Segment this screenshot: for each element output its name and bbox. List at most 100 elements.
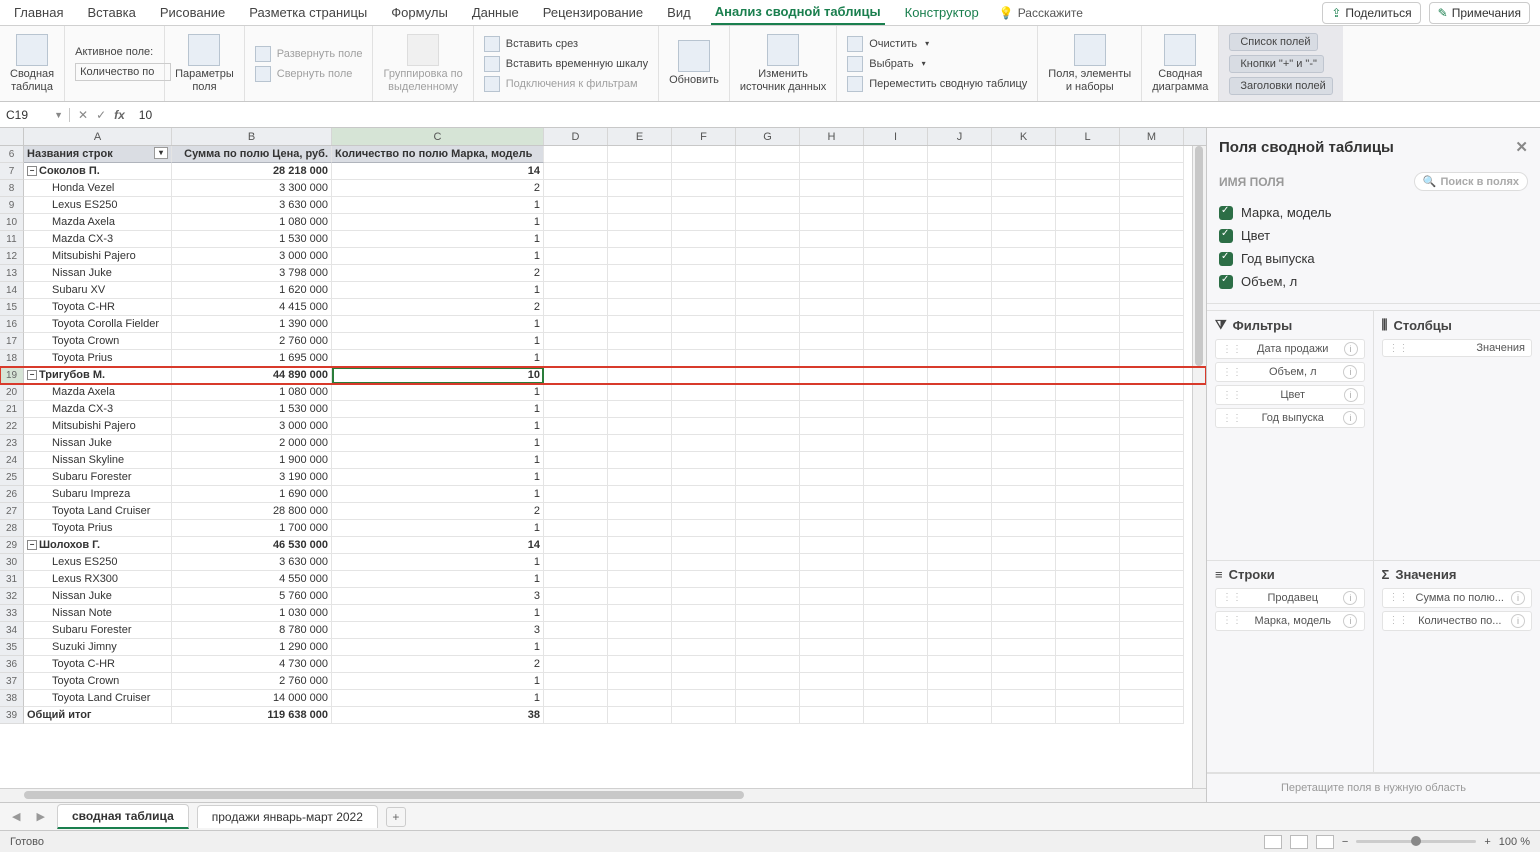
row-number[interactable]: 15: [0, 299, 24, 316]
cell[interactable]: [608, 605, 672, 622]
zone-item[interactable]: ⋮⋮Дата продажиi: [1215, 339, 1365, 359]
cell[interactable]: [864, 299, 928, 316]
table-row[interactable]: 24Nissan Skyline1 900 0001: [0, 452, 1206, 469]
cell[interactable]: [736, 231, 800, 248]
cell[interactable]: [864, 656, 928, 673]
cell[interactable]: [736, 554, 800, 571]
btn-move-pivot[interactable]: Переместить сводную таблицу: [847, 76, 1027, 92]
cell[interactable]: [736, 180, 800, 197]
cell[interactable]: [928, 248, 992, 265]
row-number[interactable]: 23: [0, 435, 24, 452]
cell[interactable]: [736, 435, 800, 452]
cell[interactable]: [800, 554, 864, 571]
cell[interactable]: [1120, 401, 1184, 418]
cell[interactable]: [800, 163, 864, 180]
cell[interactable]: [992, 401, 1056, 418]
cell[interactable]: [544, 282, 608, 299]
row-number[interactable]: 10: [0, 214, 24, 231]
cell[interactable]: [992, 299, 1056, 316]
cell[interactable]: [544, 707, 608, 724]
table-row[interactable]: 39Общий итог119 638 00038: [0, 707, 1206, 724]
btn-fields-items[interactable]: Поля, элементы и наборы: [1038, 26, 1142, 101]
cell[interactable]: [800, 707, 864, 724]
cell[interactable]: [1056, 299, 1120, 316]
row-number[interactable]: 20: [0, 384, 24, 401]
cell[interactable]: [544, 401, 608, 418]
cell[interactable]: [800, 486, 864, 503]
cell[interactable]: [672, 282, 736, 299]
cell[interactable]: [672, 333, 736, 350]
cell[interactable]: [1056, 469, 1120, 486]
cell[interactable]: 1 390 000: [172, 316, 332, 333]
table-row[interactable]: 23Nissan Juke2 000 0001: [0, 435, 1206, 452]
zoom-knob[interactable]: [1411, 836, 1421, 846]
cell[interactable]: [928, 231, 992, 248]
cell[interactable]: [672, 452, 736, 469]
cell[interactable]: [544, 214, 608, 231]
cell[interactable]: [800, 537, 864, 554]
cell[interactable]: [1056, 537, 1120, 554]
cell[interactable]: [1120, 282, 1184, 299]
zone-item[interactable]: ⋮⋮Год выпускаi: [1215, 408, 1365, 428]
toggle-field-list[interactable]: Список полей: [1229, 33, 1317, 51]
btn-insert-timeline[interactable]: Вставить временную шкалу: [484, 56, 648, 72]
cell[interactable]: [544, 333, 608, 350]
checkbox-icon[interactable]: [1219, 229, 1233, 243]
cell[interactable]: [544, 163, 608, 180]
cell[interactable]: 14: [332, 537, 544, 554]
collapse-icon[interactable]: −: [27, 370, 37, 380]
cell[interactable]: [992, 180, 1056, 197]
cell[interactable]: [1056, 367, 1120, 384]
cell[interactable]: [928, 435, 992, 452]
row-number[interactable]: 31: [0, 571, 24, 588]
cell[interactable]: [800, 214, 864, 231]
cell[interactable]: [1056, 316, 1120, 333]
tab-view[interactable]: Вид: [663, 1, 695, 24]
add-sheet-button[interactable]: +: [386, 807, 406, 827]
vscroll-thumb[interactable]: [1195, 146, 1203, 366]
cell[interactable]: [928, 605, 992, 622]
cell[interactable]: 1: [332, 571, 544, 588]
cell[interactable]: [1120, 367, 1184, 384]
cell[interactable]: 2: [332, 265, 544, 282]
table-row[interactable]: 38Toyota Land Cruiser14 000 0001: [0, 690, 1206, 707]
cell[interactable]: [992, 231, 1056, 248]
cell[interactable]: [1120, 384, 1184, 401]
cell[interactable]: [608, 231, 672, 248]
view-pagelayout-icon[interactable]: [1290, 835, 1308, 849]
cell[interactable]: [992, 248, 1056, 265]
collapse-icon[interactable]: −: [27, 166, 37, 176]
cell[interactable]: [928, 452, 992, 469]
cell[interactable]: [928, 418, 992, 435]
cell[interactable]: 1 030 000: [172, 605, 332, 622]
colhead-F[interactable]: F: [672, 128, 736, 145]
cell[interactable]: [608, 146, 672, 163]
cell[interactable]: [672, 163, 736, 180]
table-row[interactable]: 36Toyota C-HR4 730 0002: [0, 656, 1206, 673]
cell[interactable]: [672, 503, 736, 520]
cell[interactable]: [544, 486, 608, 503]
cell[interactable]: [1056, 333, 1120, 350]
table-row[interactable]: 31Lexus RX3004 550 0001: [0, 571, 1206, 588]
cell[interactable]: [864, 384, 928, 401]
cell[interactable]: 3 190 000: [172, 469, 332, 486]
cell[interactable]: [928, 197, 992, 214]
cell[interactable]: [544, 656, 608, 673]
cell[interactable]: 4 730 000: [172, 656, 332, 673]
cell[interactable]: [544, 571, 608, 588]
cell[interactable]: Mitsubishi Pajero: [24, 248, 172, 265]
cell[interactable]: [928, 350, 992, 367]
cell[interactable]: [672, 520, 736, 537]
btn-select[interactable]: Выбрать▾: [847, 56, 925, 72]
cell[interactable]: [608, 520, 672, 537]
cell[interactable]: 14: [332, 163, 544, 180]
cell[interactable]: −Тригубов М.: [24, 367, 172, 384]
cell[interactable]: [1120, 299, 1184, 316]
cell[interactable]: [1056, 248, 1120, 265]
cell[interactable]: −Соколов П.: [24, 163, 172, 180]
cell[interactable]: [544, 248, 608, 265]
zone-item[interactable]: ⋮⋮Значения: [1382, 339, 1533, 357]
cell[interactable]: [800, 656, 864, 673]
cell[interactable]: [608, 656, 672, 673]
btn-refresh[interactable]: Обновить: [659, 26, 730, 101]
